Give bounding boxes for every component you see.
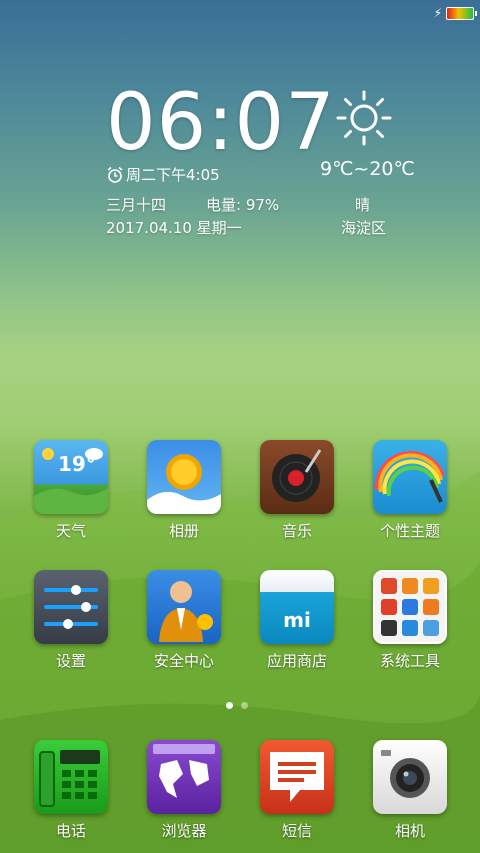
app-system-tools[interactable]: 系统工具 xyxy=(365,570,455,671)
settings-icon xyxy=(34,570,108,644)
weather-location: 海淀区 xyxy=(341,219,387,237)
system-tools-icon xyxy=(373,570,447,644)
dock-phone[interactable]: 电话 xyxy=(26,740,116,841)
clock-weather-widget[interactable]: 06:07 周二下午4:05 三月十四 电量: 97% 2017.04.10 星… xyxy=(0,0,480,260)
app-gallery[interactable]: 相册 xyxy=(139,440,229,541)
gallery-icon xyxy=(147,440,221,514)
app-label: 应用商店 xyxy=(266,652,327,670)
dock-camera[interactable]: 相机 xyxy=(365,740,455,841)
app-label: 短信 xyxy=(281,822,312,840)
browser-icon xyxy=(147,740,221,814)
messages-icon xyxy=(260,740,334,814)
app-themes[interactable]: 个性主题 xyxy=(365,440,455,541)
dock-browser[interactable]: 浏览器 xyxy=(139,740,229,841)
alarm-clock-icon xyxy=(107,166,123,183)
app-label: 音乐 xyxy=(281,522,312,540)
battery-level: 电量: 97% xyxy=(206,196,280,214)
app-label: 天气 xyxy=(55,522,86,540)
lunar-date: 三月十四 xyxy=(106,196,167,214)
camera-icon xyxy=(373,740,447,814)
phone-icon xyxy=(34,740,108,814)
weather-condition: 晴 xyxy=(355,196,371,214)
sun-icon xyxy=(336,90,392,146)
themes-icon xyxy=(373,440,447,514)
date-text: 2017.04.10 星期一 xyxy=(106,219,242,237)
app-label: 个性主题 xyxy=(379,522,440,540)
app-security-center[interactable]: 安全中心 xyxy=(139,570,229,671)
app-store-icon: mi xyxy=(260,570,334,644)
app-label: 设置 xyxy=(55,652,86,670)
app-label: 相机 xyxy=(394,822,425,840)
app-weather[interactable]: 19° 天气 xyxy=(26,440,116,541)
security-icon xyxy=(147,570,221,644)
page-dot-1[interactable] xyxy=(226,702,233,709)
music-icon xyxy=(260,440,334,514)
weather-icon: 19° xyxy=(34,440,108,514)
app-label: 相册 xyxy=(168,522,199,540)
dock-messages[interactable]: 短信 xyxy=(252,740,342,841)
app-label: 浏览器 xyxy=(161,822,207,840)
page-dot-2[interactable] xyxy=(241,702,248,709)
clock-time[interactable]: 06:07 xyxy=(106,78,336,168)
app-music[interactable]: 音乐 xyxy=(252,440,342,541)
app-settings[interactable]: 设置 xyxy=(26,570,116,671)
weather-temp-badge: 19° xyxy=(58,452,96,476)
page-indicator[interactable] xyxy=(226,702,248,709)
temperature-range: 9℃~20℃ xyxy=(320,158,415,180)
mi-logo: mi xyxy=(283,608,311,632)
app-label: 安全中心 xyxy=(153,652,214,670)
app-label: 系统工具 xyxy=(379,652,440,670)
alarm-info: 周二下午4:05 xyxy=(106,164,220,185)
alarm-text: 周二下午4:05 xyxy=(126,166,220,184)
app-label: 电话 xyxy=(55,822,86,840)
app-app-store[interactable]: mi 应用商店 xyxy=(252,570,342,671)
